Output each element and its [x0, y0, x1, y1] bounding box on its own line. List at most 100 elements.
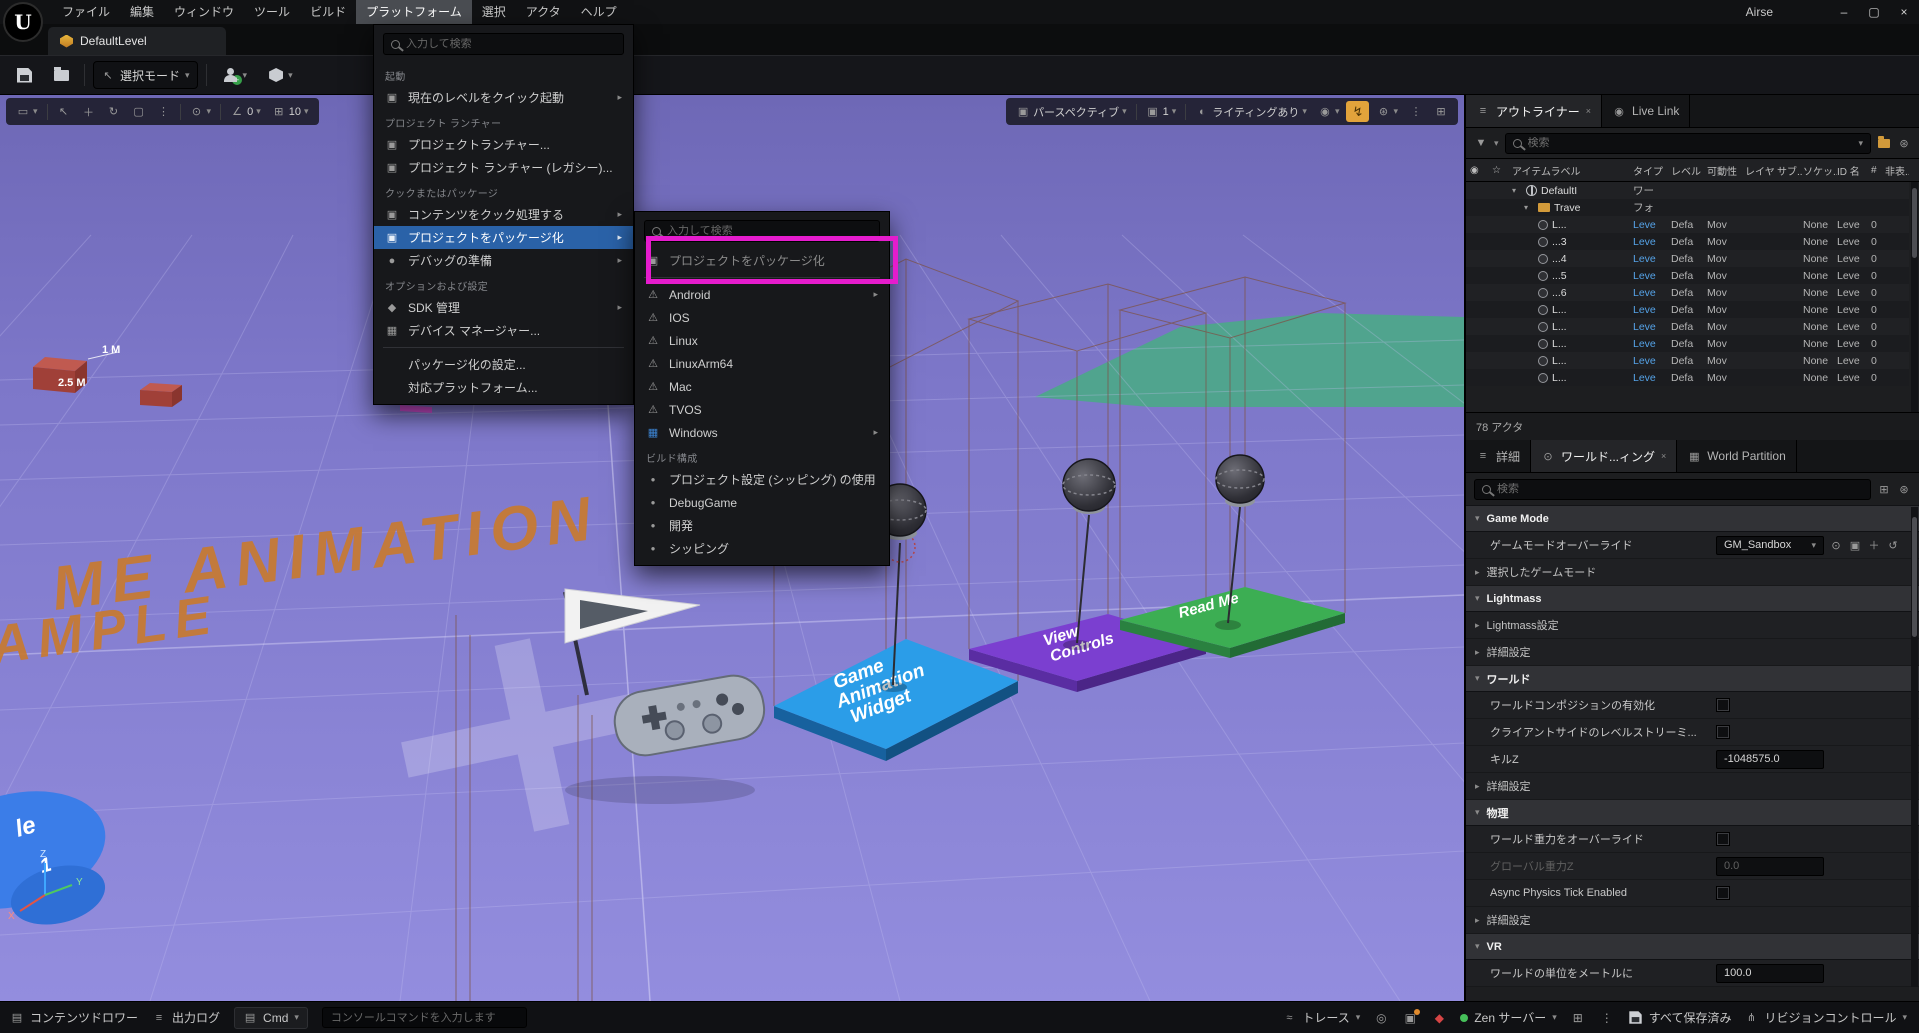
outliner-row[interactable]: ...5LeveDefaMovNoneLeve0 — [1466, 267, 1909, 284]
expander-icon[interactable]: ▾ — [1512, 186, 1522, 195]
column-id-name[interactable]: ID 名 — [1837, 163, 1871, 178]
angle-snap-dropdown[interactable]: ∠0▾ — [226, 101, 265, 123]
move-tool-button[interactable]: ＋ — [78, 101, 100, 123]
expander-icon[interactable]: ▾ — [1524, 203, 1534, 212]
expander-lightmass-settings[interactable]: ▸Lightmass設定 — [1466, 612, 1919, 639]
menu-tools[interactable]: ツール — [244, 0, 300, 24]
close-icon[interactable]: × — [1586, 106, 1591, 116]
menu-search-box[interactable] — [383, 33, 624, 55]
scale-tool-button[interactable]: ▢ — [128, 101, 150, 123]
eye-column-icon[interactable]: ◉ — [1470, 165, 1492, 176]
menu-item-sdk-management[interactable]: ◆SDK 管理▸ — [374, 296, 633, 319]
close-icon[interactable]: × — [1661, 451, 1666, 461]
reset-icon[interactable]: ↺ — [1886, 538, 1900, 552]
details-scrollbar[interactable] — [1911, 507, 1918, 987]
tab-details[interactable]: ≡ 詳細 — [1466, 440, 1531, 472]
menu-actor[interactable]: アクタ — [516, 0, 571, 24]
revision-control-dropdown[interactable]: ⋔リビジョンコントロール▾ — [1744, 1009, 1907, 1026]
menu-item-cook-content[interactable]: ▣コンテンツをクック処理する▸ — [374, 203, 633, 226]
outliner-search-box[interactable]: ▾ — [1505, 133, 1871, 154]
outliner-row[interactable]: ...3LeveDefaMovNoneLeve0 — [1466, 233, 1909, 250]
details-search-box[interactable] — [1474, 479, 1871, 500]
content-drawer-button[interactable]: ▤コンテンツドロワー — [10, 1009, 138, 1026]
console-command-input[interactable] — [331, 1012, 518, 1024]
expander-selected-gamemode[interactable]: ▸選択したゲームモード — [1466, 559, 1919, 586]
outliner-scrollbar[interactable] — [1911, 182, 1918, 412]
new-folder-icon[interactable] — [1877, 136, 1891, 150]
menu-item-project-launcher[interactable]: ▣プロジェクトランチャー... — [374, 133, 633, 156]
column-count[interactable]: # — [1871, 165, 1885, 176]
save-status-button[interactable]: すべて保存済み — [1628, 1009, 1732, 1026]
kill-z-input[interactable]: -1048575.0 — [1716, 750, 1824, 769]
submenu-item-debuggame[interactable]: ●DebugGame — [635, 491, 889, 514]
menu-build[interactable]: ビルド — [300, 0, 356, 24]
editor-mode-dropdown[interactable]: ↖ 選択モード ▾ — [93, 61, 198, 89]
outliner-row[interactable]: ...6LeveDefaMovNoneLeve0 — [1466, 284, 1909, 301]
expander-physics-advanced[interactable]: ▸詳細設定 — [1466, 907, 1919, 934]
use-selected-asset-icon[interactable]: ⊙ — [1829, 538, 1843, 552]
details-search-input[interactable] — [1497, 483, 1863, 495]
async-physics-checkbox[interactable] — [1716, 886, 1730, 900]
menu-platforms[interactable]: プラットフォーム — [356, 0, 472, 24]
outliner-row[interactable]: ...4LeveDefaMovNoneLeve0 — [1466, 250, 1909, 267]
submenu-item-tvos[interactable]: ⚠TVOS — [635, 398, 889, 421]
menu-item-supported-platforms[interactable]: 対応プラットフォーム... — [374, 376, 633, 399]
gamemode-override-dropdown[interactable]: GM_Sandbox▾ — [1716, 536, 1824, 555]
column-layer[interactable]: レイヤ — [1745, 163, 1777, 178]
outliner-row[interactable]: L...LeveDefaMovNoneLeve0 — [1466, 352, 1909, 369]
column-mobility[interactable]: 可動性 — [1707, 163, 1745, 178]
menu-select[interactable]: 選択 — [472, 0, 516, 24]
menu-window[interactable]: ウィンドウ — [164, 0, 244, 24]
unreal-logo-icon[interactable]: U — [3, 2, 43, 42]
viewport-settings-dropdown[interactable]: ⊛▾ — [1372, 101, 1402, 123]
play-from-here-button[interactable]: ↯ — [1346, 101, 1369, 122]
blueprints-dropdown[interactable]: ▾ — [262, 61, 300, 89]
column-level[interactable]: レベル — [1671, 163, 1707, 178]
zen-server-dropdown[interactable]: Zen サーバー▾ — [1460, 1009, 1556, 1026]
world-composition-checkbox[interactable] — [1716, 698, 1730, 712]
save-button[interactable] — [10, 61, 39, 89]
camera-speed-dropdown[interactable]: ▣1▾ — [1142, 101, 1181, 123]
column-socket[interactable]: ソケッ.. — [1803, 163, 1837, 178]
column-item-label[interactable]: アイテムラベル — [1512, 163, 1633, 178]
output-log-button[interactable]: ≡出力ログ — [152, 1009, 220, 1026]
outliner-row[interactable]: L...LeveDefaMovNoneLeve0 — [1466, 318, 1909, 335]
details-settings-icon[interactable]: ⊛ — [1897, 482, 1911, 496]
outliner-settings-icon[interactable]: ⊛ — [1897, 136, 1911, 150]
menu-item-quick-launch[interactable]: ▣現在のレベルをクイック起動▸ — [374, 86, 633, 109]
section-game-mode[interactable]: ▾Game Mode — [1466, 506, 1919, 532]
close-button[interactable]: × — [1889, 0, 1919, 24]
menu-item-device-manager[interactable]: ▦デバイス マネージャー... — [374, 319, 633, 342]
trace-dropdown[interactable]: ≈トレース▾ — [1282, 1009, 1360, 1026]
perspective-dropdown[interactable]: ▣パースペクティブ▾ — [1012, 101, 1131, 123]
status-overflow-icon[interactable]: ⋮ — [1599, 1010, 1615, 1026]
outliner-row-folder[interactable]: ▾Trave フォ — [1466, 199, 1909, 216]
tab-world-partition[interactable]: ▦ World Partition — [1677, 440, 1796, 472]
gravity-override-checkbox[interactable] — [1716, 832, 1730, 846]
world-space-toggle[interactable]: ⊙▾ — [186, 101, 216, 123]
select-tool-button[interactable]: ↖ — [53, 101, 75, 123]
section-world[interactable]: ▾ワールド — [1466, 666, 1919, 692]
minimize-button[interactable]: – — [1829, 0, 1859, 24]
filter-icon[interactable]: ▼ — [1474, 136, 1488, 150]
view-mode-dropdown[interactable]: ◐ライティングあり▾ — [1191, 101, 1311, 123]
cmd-dropdown[interactable]: ▤Cmd▾ — [234, 1007, 308, 1029]
expander-lightmass-advanced[interactable]: ▸詳細設定 — [1466, 639, 1919, 666]
menu-item-package-project[interactable]: ▣プロジェクトをパッケージ化▸ — [374, 226, 633, 249]
add-actor-button[interactable]: + ▾ — [215, 61, 255, 89]
outliner-search-input[interactable] — [1528, 137, 1853, 149]
submenu-item-windows[interactable]: ▦Windows▸ — [635, 421, 889, 444]
alert-icon[interactable]: ◆ — [1431, 1010, 1447, 1026]
menu-file[interactable]: ファイル — [52, 0, 120, 24]
outliner-row[interactable]: L...LeveDefaMovNoneLeve0 — [1466, 301, 1909, 318]
expander-world-advanced[interactable]: ▸詳細設定 — [1466, 773, 1919, 800]
submenu-item-ios[interactable]: ⚠IOS — [635, 306, 889, 329]
display-filter-icon[interactable]: ⊞ — [1877, 482, 1891, 496]
menu-item-prepare-debug[interactable]: ●デバッグの準備▸ — [374, 249, 633, 272]
viewport-options-dropdown[interactable]: ▭▾ — [12, 101, 42, 123]
target-icon[interactable]: ◎ — [1373, 1010, 1389, 1026]
submenu-item-linuxarm64[interactable]: ⚠LinuxArm64 — [635, 352, 889, 375]
submenu-item-development[interactable]: ●開発 — [635, 514, 889, 537]
tab-outliner[interactable]: ≡ アウトライナー × — [1466, 95, 1602, 127]
browse-content-button[interactable] — [47, 61, 76, 89]
